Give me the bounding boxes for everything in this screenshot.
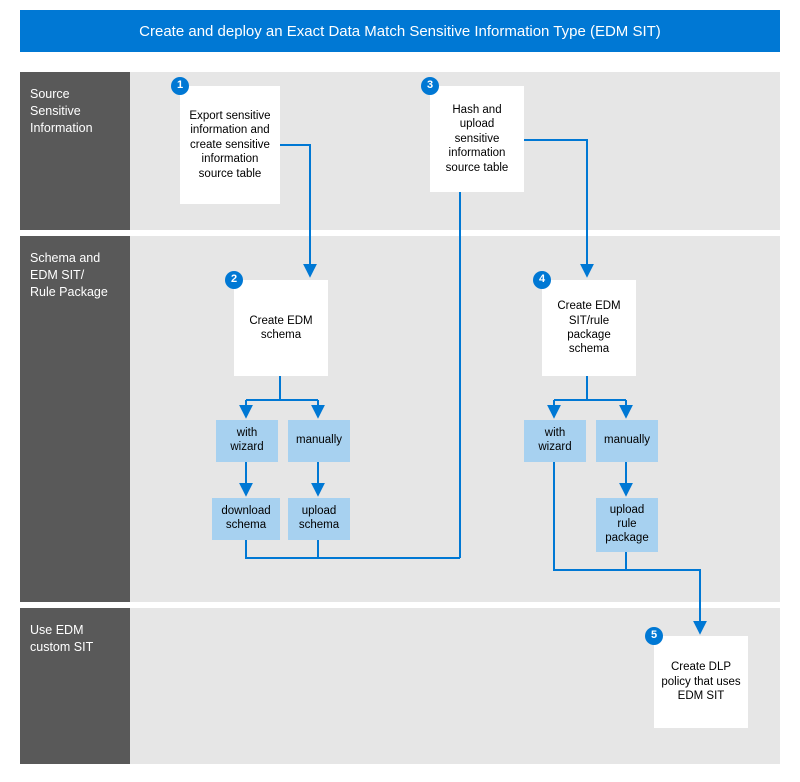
swimlane-use-label: Use EDM custom SIT xyxy=(20,608,130,764)
swimlane-schema: Schema and EDM SIT/ Rule Package xyxy=(20,232,780,602)
step-4-badge: 4 xyxy=(533,271,551,289)
option-a-manual: manually xyxy=(288,420,350,462)
diagram-title-bar: Create and deploy an Exact Data Match Se… xyxy=(20,10,780,52)
swimlane-source-label: Source Sensitive Information xyxy=(20,72,130,230)
step-5-box: 5 Create DLP policy that uses EDM SIT xyxy=(654,636,748,728)
step-1-badge: 1 xyxy=(171,77,189,95)
option-a-upload: upload schema xyxy=(288,498,350,540)
step-2-badge: 2 xyxy=(225,271,243,289)
option-b-wizard: with wizard xyxy=(524,420,586,462)
step-4-box: 4 Create EDM SIT/rule package schema xyxy=(542,280,636,376)
step-5-text: Create DLP policy that uses EDM SIT xyxy=(660,660,742,703)
option-a-wizard: with wizard xyxy=(216,420,278,462)
step-2-text: Create EDM schema xyxy=(240,314,322,343)
swimlane-schema-label: Schema and EDM SIT/ Rule Package xyxy=(20,236,130,602)
diagram-canvas: Create and deploy an Exact Data Match Se… xyxy=(0,0,800,782)
step-3-box: 3 Hash and upload sensitive information … xyxy=(430,86,524,192)
diagram-title: Create and deploy an Exact Data Match Se… xyxy=(139,23,661,40)
option-b-manual: manually xyxy=(596,420,658,462)
step-3-badge: 3 xyxy=(421,77,439,95)
option-a-download: download schema xyxy=(212,498,280,540)
step-5-badge: 5 xyxy=(645,627,663,645)
step-2-box: 2 Create EDM schema xyxy=(234,280,328,376)
option-b-upload: upload rule package xyxy=(596,498,658,552)
swimlane-source: Source Sensitive Information xyxy=(20,68,780,230)
step-4-text: Create EDM SIT/rule package schema xyxy=(548,299,630,357)
step-1-text: Export sensitive information and create … xyxy=(186,109,274,181)
step-1-box: 1 Export sensitive information and creat… xyxy=(180,86,280,204)
step-3-text: Hash and upload sensitive information so… xyxy=(436,103,518,175)
